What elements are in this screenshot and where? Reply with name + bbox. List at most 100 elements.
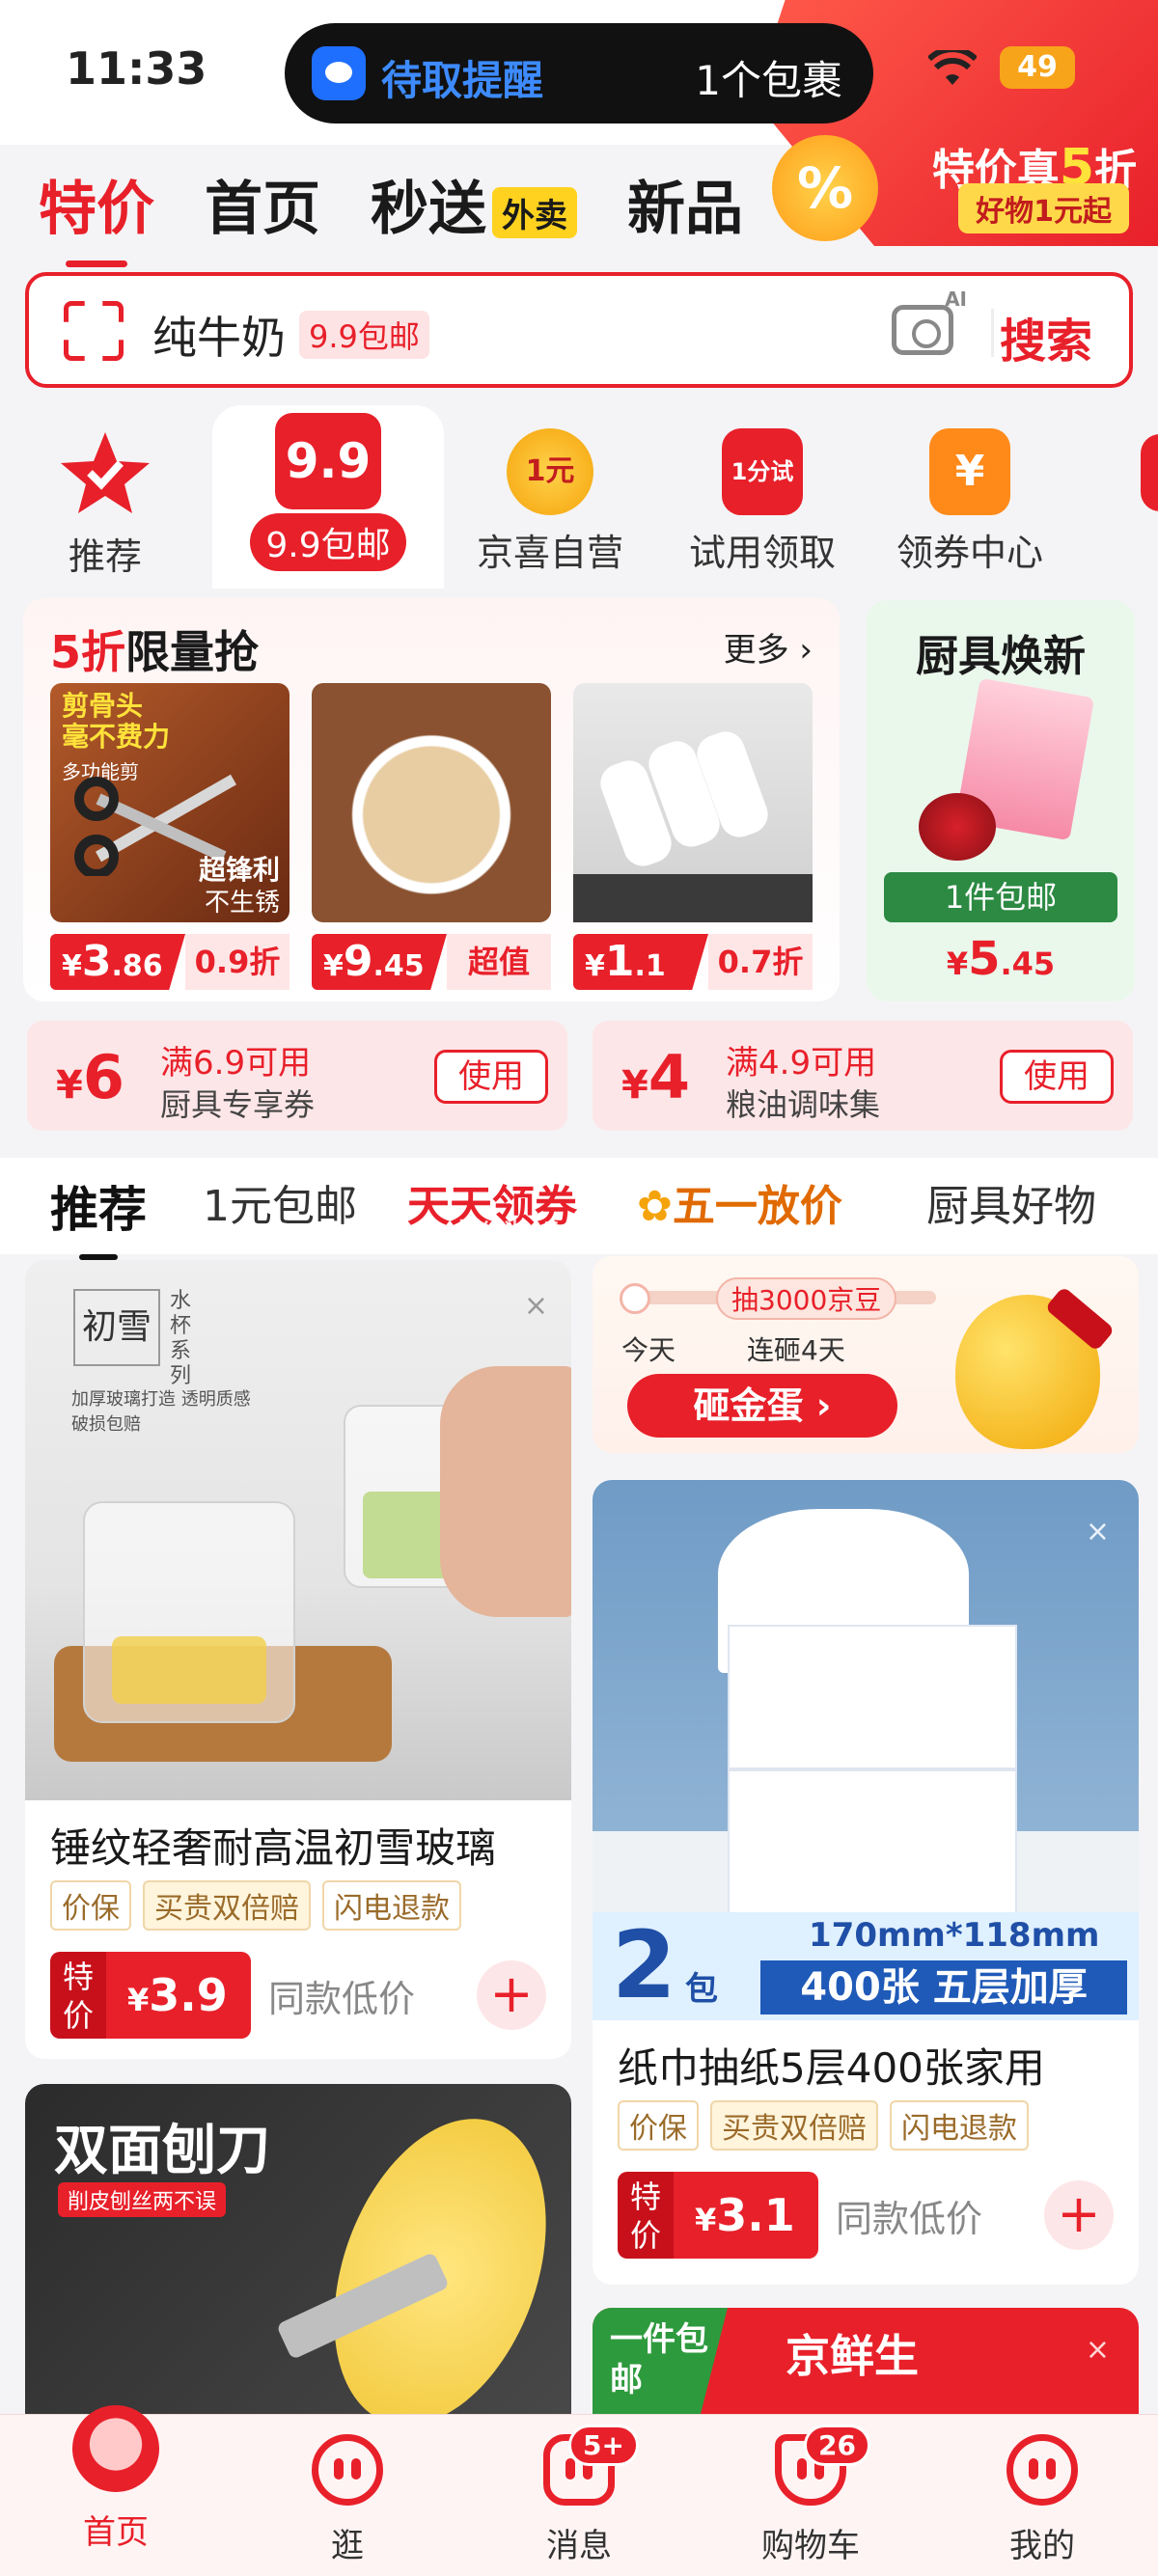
promo-subtitle: 好物1元起 — [958, 183, 1129, 233]
bottom-nav-cart[interactable]: 26 购物车 — [733, 2425, 888, 2566]
category-label: 领券中心 — [896, 532, 1043, 574]
bottom-nav-me[interactable]: 我的 — [965, 2434, 1119, 2566]
dynamic-island[interactable]: 待取提醒 1个包裹 — [285, 23, 873, 123]
tag: 买贵双倍赔 — [143, 1880, 311, 1931]
nav-tab-tejia[interactable]: 特价 — [39, 162, 154, 267]
divider — [991, 309, 994, 357]
fruit-fork-image — [909, 677, 1095, 870]
scan-icon[interactable] — [64, 301, 124, 361]
tag: 闪电退款 — [322, 1880, 461, 1931]
image-text: 削皮刨丝两不误 — [58, 2182, 227, 2217]
category-recommend[interactable]: 推荐 — [23, 405, 187, 580]
tissue-image: × 2 包 170mm*118mm 400张 五层加厚 — [593, 1480, 1139, 2020]
tag: 价保 — [618, 2100, 699, 2151]
status-bar: 11:33 % 特价真5折 好物1元起 待取提醒 1个包裹 49 — [0, 0, 1158, 246]
product-title: 锤纹轻奢耐高温初雪玻璃 — [50, 1824, 497, 1872]
tab-one-yuan[interactable]: 1元包邮 — [203, 1171, 357, 1233]
search-button[interactable]: 搜索 — [1000, 303, 1092, 370]
tab-recommend[interactable]: 推荐 — [50, 1171, 147, 1260]
ai-label: AI — [945, 288, 967, 311]
image-text: 初雪 — [73, 1289, 160, 1366]
tab-may-day[interactable]: ✿五一放价 — [637, 1171, 842, 1233]
category-99[interactable]: 9.9 9.9包邮 — [246, 405, 410, 571]
image-text: 毫不费力 — [62, 721, 171, 753]
image-text: 包 — [685, 1970, 718, 2009]
star-icon — [61, 432, 150, 513]
flash-price: ¥9.45 超值 — [312, 934, 551, 990]
close-icon[interactable]: × — [1086, 2333, 1110, 2367]
image-text: 2 — [612, 1911, 676, 2019]
nav-tab-new[interactable]: 新品 — [627, 162, 743, 246]
flash-sale-title: 5折限量抢 — [50, 626, 260, 678]
use-coupon-button[interactable]: 使用 — [434, 1050, 548, 1104]
watermark-text: 悄悄机把糖 — [454, 1217, 638, 1259]
glass-image: 初雪 水杯系列 加厚玻璃打造 透明质感 破损包赔 × — [25, 1260, 571, 1800]
coupon-card[interactable]: ¥4 满4.9可用 粮油调味集 使用 — [593, 1021, 1133, 1131]
product-card[interactable]: 初雪 水杯系列 加厚玻璃打造 透明质感 破损包赔 × 锤纹轻奢耐高温初雪玻璃 价… — [25, 1260, 571, 2059]
category-coupon[interactable]: ¥ 领券中心 — [888, 405, 1052, 576]
bottom-nav-label: 逛 — [331, 2527, 364, 2565]
search-bar[interactable]: 纯牛奶 9.9包邮 AI 搜索 — [25, 272, 1133, 388]
use-coupon-button[interactable]: 使用 — [1000, 1050, 1114, 1104]
category-jingxi[interactable]: 1元 京喜自营 — [468, 405, 632, 576]
image-text: 170mm*118mm — [809, 1916, 1100, 1955]
close-icon[interactable]: × — [524, 1289, 548, 1323]
flower-icon: ✿ — [637, 1182, 673, 1231]
progress-knob — [620, 1283, 650, 1314]
product-card[interactable]: × 2 包 170mm*118mm 400张 五层加厚 纸巾抽纸5层400张家用… — [593, 1480, 1139, 2285]
percent-badge-icon: % — [772, 135, 878, 241]
one-yuan-icon: 1元 — [507, 428, 593, 515]
bottom-nav-label: 购物车 — [761, 2527, 860, 2565]
add-to-cart-button[interactable]: + — [1044, 2180, 1114, 2250]
golden-egg-card[interactable]: 抽3000京豆 今天 连砸4天 砸金蛋 › — [593, 1256, 1139, 1453]
price-box: 特价 ¥3.1 — [618, 2172, 818, 2259]
nav-tab-miaosong[interactable]: 秒送 外卖 — [371, 162, 577, 246]
image-text: 剪骨头 — [62, 690, 144, 722]
nav-tab-home[interactable]: 首页 — [205, 162, 320, 246]
product-title: 纸巾抽纸5层400张家用 — [618, 2044, 1045, 2092]
category-row: 推荐 9.9 9.9包邮 1元 京喜自营 1分试 试用领取 ¥ 领券中心 — [0, 405, 1158, 589]
add-to-cart-button[interactable]: + — [477, 1960, 546, 2030]
more-link[interactable]: 更多 › — [724, 623, 813, 671]
flash-item[interactable]: 剪骨头 毫不费力 多功能剪 超锋利 不生锈 ¥3.86 0.9折 — [50, 683, 290, 990]
flash-item[interactable]: ¥9.45 超值 — [312, 683, 551, 990]
bottom-nav-home[interactable]: 首页 — [39, 2405, 193, 2553]
category-overflow-icon[interactable] — [1141, 434, 1158, 511]
kitchen-title: 厨具焕新 — [916, 632, 1086, 681]
bottom-nav-messages[interactable]: 5+ 消息 — [502, 2425, 656, 2566]
search-input[interactable]: 纯牛奶 — [152, 303, 286, 367]
kitchen-price: ¥5.45 — [946, 932, 1056, 986]
beans-pill: 抽3000京豆 — [716, 1277, 897, 1320]
bottom-nav-label: 消息 — [546, 2527, 612, 2565]
coupon-card[interactable]: ¥6 满6.9可用 厨具专享券 使用 — [27, 1021, 567, 1131]
free-shipping-tag: 1件包邮 — [884, 872, 1117, 922]
tab-kitchen[interactable]: 厨具好物 — [926, 1171, 1096, 1233]
flash-item[interactable]: ¥1.1 0.7折 — [573, 683, 813, 990]
waimai-tag: 外卖 — [492, 186, 577, 238]
browse-icon — [312, 2434, 383, 2506]
flash-price: ¥3.86 0.9折 — [50, 934, 290, 990]
kitchen-panel[interactable]: 厨具焕新 1件包邮 ¥5.45 — [867, 600, 1135, 1001]
coupon-condition: 满6.9可用 — [160, 1044, 312, 1082]
price-row: 特价 ¥3.1 同款低价 + — [593, 2151, 1139, 2282]
coupon-condition: 满4.9可用 — [726, 1044, 877, 1082]
coupon-icon: ¥ — [929, 428, 1010, 515]
image-text: 破损包赔 — [71, 1414, 141, 1435]
trial-bag-icon: 1分试 — [722, 428, 803, 515]
streak-label: 连砸4天 — [747, 1334, 845, 1366]
price-box: 特价 ¥3.9 — [50, 1952, 251, 2039]
tag: 买贵双倍赔 — [710, 2100, 878, 2151]
cart-badge: 26 — [804, 2425, 870, 2466]
coupon-name: 粮油调味集 — [726, 1086, 881, 1123]
image-text: 双面刨刀 — [54, 2120, 270, 2182]
close-icon[interactable]: × — [1086, 1515, 1110, 1548]
bottom-nav-browse[interactable]: 逛 — [270, 2434, 425, 2566]
category-trial[interactable]: 1分试 试用领取 — [680, 405, 844, 576]
flash-sale-panel: 5折限量抢 更多 › 剪骨头 毫不费力 多功能剪 超锋利 不生锈 ¥3.86 0.… — [23, 598, 840, 1001]
free-shipping-badge: 一件包邮 — [593, 2308, 728, 2414]
camera-icon[interactable] — [892, 305, 953, 355]
category-label: 试用领取 — [688, 532, 836, 574]
smash-egg-button[interactable]: 砸金蛋 › — [627, 1374, 897, 1438]
message-badge: 5+ — [568, 2425, 639, 2466]
wifi-icon — [928, 50, 977, 85]
